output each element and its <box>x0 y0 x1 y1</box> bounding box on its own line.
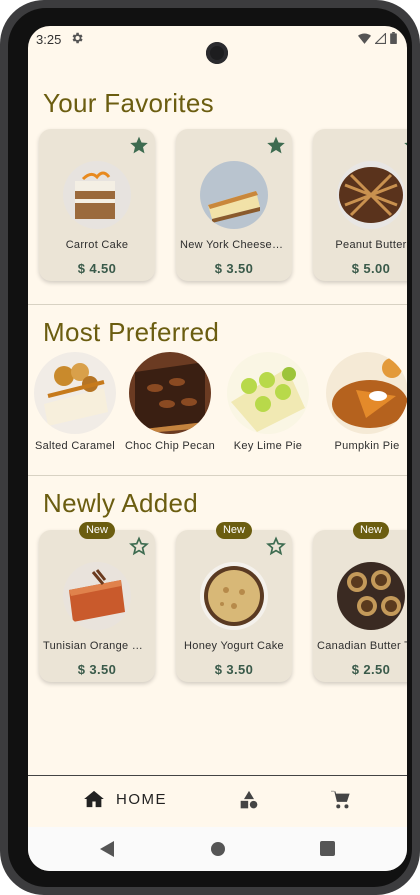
favorite-star-icon[interactable] <box>266 135 286 155</box>
new-badge: New <box>79 522 115 539</box>
canadian-butter-tarts-photo <box>337 562 405 630</box>
status-time: 3:25 <box>36 32 62 47</box>
section-divider <box>28 475 407 476</box>
system-navigation-bar <box>28 827 407 871</box>
key-lime-pie-photo <box>227 352 309 434</box>
item-price: $ 3.50 <box>214 261 254 276</box>
status-icons <box>358 32 397 44</box>
section-divider <box>28 304 407 305</box>
app-screen: 3:25 Your Favorites Carrot Cake $ 4.50 N… <box>28 26 407 871</box>
phone-bezel: 3:25 Your Favorites Carrot Cake $ 4.50 N… <box>8 8 412 887</box>
item-price: $ 3.50 <box>214 662 254 677</box>
home-circle-icon[interactable] <box>210 841 226 857</box>
item-name: Honey Yogurt Cake <box>184 640 284 652</box>
item-name: Peanut Butter <box>335 239 407 251</box>
new-card-tunisian-orange-cake[interactable]: New Tunisian Orange Cake $ 3.50 <box>39 522 155 682</box>
cart-icon[interactable] <box>330 790 352 810</box>
cheesecake-photo <box>200 161 268 229</box>
bottom-navigation: HOME <box>28 775 407 828</box>
honey-yogurt-cake-photo <box>200 562 268 630</box>
item-name: New York Cheesecake <box>180 239 288 251</box>
item-name: Key Lime Pie <box>233 440 303 452</box>
new-card-honey-yogurt-cake[interactable]: New Honey Yogurt Cake $ 3.50 <box>176 522 292 682</box>
item-name: Pumpkin Pie <box>334 440 400 452</box>
carrot-cake-photo <box>63 161 131 229</box>
favorite-star-icon[interactable] <box>403 135 407 155</box>
favorite-star-outline-icon[interactable] <box>266 536 286 556</box>
preferred-title: Most Preferred <box>43 317 220 347</box>
pumpkin-pie-photo <box>326 352 407 434</box>
favorite-star-outline-icon[interactable] <box>129 536 149 556</box>
signal-icon <box>375 32 386 44</box>
wifi-icon <box>358 32 371 44</box>
favorite-star-icon[interactable] <box>129 135 149 155</box>
tunisian-orange-cake-photo <box>63 562 131 630</box>
settings-icon <box>72 32 83 44</box>
new-badge: New <box>353 522 389 539</box>
item-price: $ 2.50 <box>351 662 391 677</box>
item-name: Canadian Butter Tarts <box>317 640 407 652</box>
item-name: Tunisian Orange Cake <box>43 640 151 652</box>
favorites-title: Your Favorites <box>43 88 214 118</box>
item-price: $ 3.50 <box>77 662 117 677</box>
back-icon[interactable] <box>100 841 114 857</box>
nav-home-button[interactable]: HOME <box>84 790 167 808</box>
battery-icon <box>390 32 397 44</box>
nav-home-label: HOME <box>116 790 167 808</box>
item-name: Choc Chip Pecan <box>124 440 216 452</box>
choc-chip-pecan-photo <box>129 352 211 434</box>
favorite-card-ny-cheesecake[interactable]: New York Cheesecake $ 3.50 <box>176 129 292 281</box>
home-icon <box>84 790 104 808</box>
item-name: Salted Caramel <box>34 440 115 452</box>
newly-added-title: Newly Added <box>43 488 199 518</box>
salted-caramel-photo <box>34 352 116 434</box>
peanut-butter-pie-photo <box>337 161 405 229</box>
item-price: $ 4.50 <box>77 261 117 276</box>
favorite-card-peanut-butter[interactable]: Peanut Butter $ 5.00 <box>313 129 407 281</box>
front-camera <box>206 42 228 64</box>
favorite-card-carrot-cake[interactable]: Carrot Cake $ 4.50 <box>39 129 155 281</box>
phone-frame: 3:25 Your Favorites Carrot Cake $ 4.50 N… <box>0 0 420 895</box>
recents-icon[interactable] <box>320 841 335 856</box>
categories-icon[interactable] <box>239 790 259 810</box>
item-name: Carrot Cake <box>65 239 129 251</box>
item-price: $ 5.00 <box>351 261 391 276</box>
new-badge: New <box>216 522 252 539</box>
new-card-canadian-butter-tarts[interactable]: New Canadian Butter Tarts $ 2.50 <box>313 522 407 682</box>
